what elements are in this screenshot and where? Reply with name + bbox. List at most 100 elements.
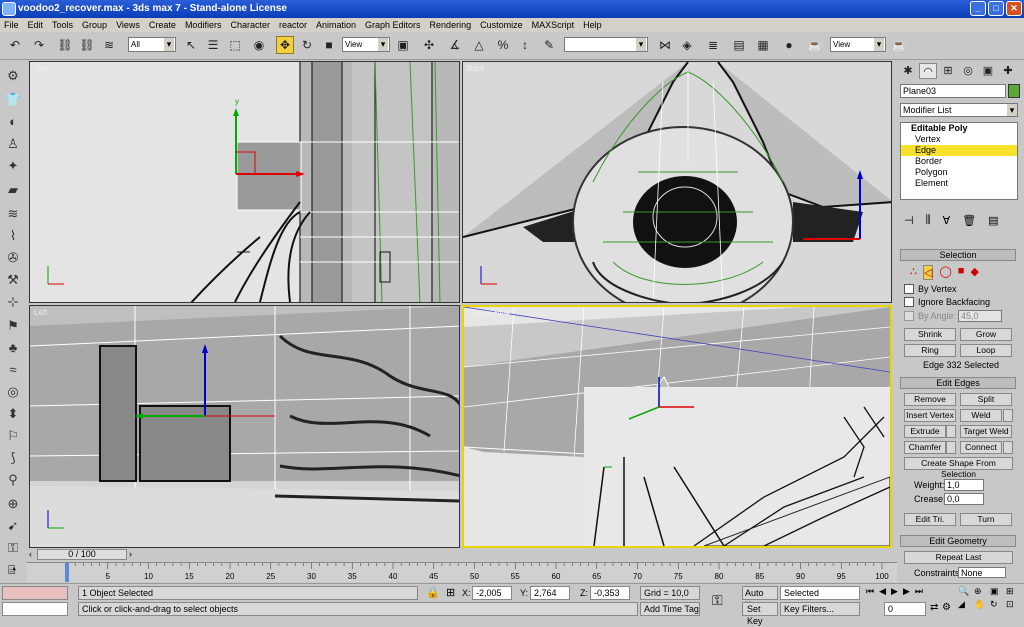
redo-icon[interactable]: ↷ xyxy=(30,36,48,54)
menu-animation[interactable]: Animation xyxy=(316,18,356,32)
zoom-extents-icon[interactable]: ▣ xyxy=(990,586,1004,597)
edit-tri-button[interactable]: Edit Tri. xyxy=(904,513,956,526)
tshirt-icon[interactable]: 👕 xyxy=(3,90,23,110)
auto-key-button[interactable]: Auto Key xyxy=(742,586,778,610)
weld-button[interactable]: Weld xyxy=(960,409,1002,422)
select-rotate-icon[interactable]: ↻ xyxy=(298,36,316,54)
show-end-result-icon[interactable]: ⫼ xyxy=(926,214,931,230)
remove-modifier-icon[interactable]: 🗑 xyxy=(962,214,976,230)
menu-reactor[interactable]: reactor xyxy=(279,18,307,32)
tool-icon[interactable]: ✇ xyxy=(3,248,23,268)
rect-selection-icon[interactable]: ⬚ xyxy=(226,36,244,54)
select-move-icon[interactable]: ✥ xyxy=(276,36,294,54)
insert-vertex-button[interactable]: Insert Vertex xyxy=(904,409,956,422)
polygon-mode-icon[interactable]: ■ xyxy=(958,265,965,280)
transform-mode-icon[interactable]: ⊞ xyxy=(446,586,455,599)
set-key-button[interactable]: Set Key xyxy=(742,602,778,626)
viewport-left[interactable]: Left xyxy=(29,305,460,548)
border-mode-icon[interactable]: ◯ xyxy=(939,265,951,280)
ragdoll-icon[interactable]: ♣ xyxy=(3,338,23,358)
key-selection-dropdown[interactable]: Selected xyxy=(780,586,860,600)
named-selection-dropdown[interactable] xyxy=(564,37,648,52)
menu-customize[interactable]: Customize xyxy=(480,18,523,32)
current-frame-marker[interactable] xyxy=(65,563,69,582)
car-icon[interactable]: ⚑ xyxy=(3,316,23,336)
hammer-icon[interactable]: ⚒ xyxy=(3,270,23,290)
curve-editor-icon[interactable]: ▤ xyxy=(730,36,748,54)
play-icon[interactable]: ▶ xyxy=(891,586,898,597)
pivot-center-icon[interactable]: ▣ xyxy=(394,36,412,54)
unlink-icon[interactable]: ⛓ xyxy=(78,36,96,54)
menu-rendering[interactable]: Rendering xyxy=(430,18,472,32)
shrink-button[interactable]: Shrink xyxy=(904,328,956,341)
sphere-icon[interactable]: ◐ xyxy=(3,112,23,132)
stack-item-vertex[interactable]: Vertex xyxy=(901,134,1017,145)
hierarchy-tab-icon[interactable]: ⊞ xyxy=(939,63,957,79)
modifier-list-dropdown[interactable]: Modifier List xyxy=(900,103,1018,117)
edit-geometry-rollout-header[interactable]: Edit Geometry xyxy=(900,535,1016,547)
stack-item-border[interactable]: Border xyxy=(901,156,1017,167)
track-bar[interactable]: 0510152025303540455055606570758085909510… xyxy=(27,562,897,582)
weight-spinner[interactable]: 1,0 xyxy=(944,479,984,491)
bind-space-warp-icon[interactable]: ≋ xyxy=(100,36,118,54)
arc-rotate-icon[interactable]: ↻ xyxy=(990,599,1004,610)
slinky-icon[interactable]: ⟆ xyxy=(3,448,23,468)
key-mode-icon[interactable]: ⇄ xyxy=(930,602,938,613)
element-mode-icon[interactable]: ◆ xyxy=(970,265,978,280)
viewport-top[interactable]: y Top xyxy=(29,61,460,303)
z-coordinate-field[interactable]: -0,353 xyxy=(590,586,630,600)
angle-snap-icon[interactable]: △ xyxy=(470,36,488,54)
chamfer-settings-button[interactable] xyxy=(946,441,956,454)
object-color-swatch[interactable] xyxy=(1008,84,1020,98)
by-angle-checkbox[interactable] xyxy=(904,311,914,321)
goto-end-icon[interactable]: ⏭ xyxy=(915,586,923,597)
selection-rollout-header[interactable]: Selection xyxy=(900,249,1016,261)
close-button[interactable]: ✕ xyxy=(1006,1,1022,16)
viewport-label-perspective[interactable]: Perspective xyxy=(468,309,510,318)
chamfer-button[interactable]: Chamfer xyxy=(904,441,946,454)
zoom-icon[interactable]: 🔍 xyxy=(958,586,972,597)
weld-settings-button[interactable] xyxy=(1003,409,1013,422)
layer-manager-icon[interactable]: ≣ xyxy=(704,36,722,54)
pin-stack-icon[interactable]: ⊣ xyxy=(904,214,914,230)
menu-edit[interactable]: Edit xyxy=(28,18,44,32)
edit-edges-rollout-header[interactable]: Edit Edges xyxy=(900,377,1016,389)
add-time-tag-button[interactable]: Add Time Tag xyxy=(640,602,700,616)
maximize-viewport-icon[interactable]: ⊡ xyxy=(1006,599,1020,610)
box-move-icon[interactable]: ⬍ xyxy=(3,404,23,424)
menu-help[interactable]: Help xyxy=(583,18,602,32)
display-tab-icon[interactable]: ▣ xyxy=(979,63,997,79)
selection-filter-dropdown[interactable]: All xyxy=(128,37,176,52)
percent-snap-icon[interactable]: % xyxy=(494,36,512,54)
globe-icon[interactable]: ⊕ xyxy=(3,494,23,514)
extrude-button[interactable]: Extrude xyxy=(904,425,946,438)
viewport-back[interactable]: Back xyxy=(462,61,892,303)
maximize-button[interactable]: □ xyxy=(988,1,1004,16)
menu-file[interactable]: File xyxy=(4,18,19,32)
helpers-icon[interactable]: ⚙ xyxy=(3,66,23,86)
stack-item-element[interactable]: Element xyxy=(901,178,1017,189)
time-slider[interactable]: 0 / 100 xyxy=(37,549,127,560)
menu-group[interactable]: Group xyxy=(82,18,107,32)
select-manipulate-icon[interactable]: ✣ xyxy=(420,36,438,54)
by-vertex-checkbox[interactable] xyxy=(904,284,914,294)
utilities-tab-icon[interactable]: ✚ xyxy=(999,63,1017,79)
menu-graph-editors[interactable]: Graph Editors xyxy=(365,18,421,32)
create-tab-icon[interactable]: ✱ xyxy=(899,63,917,79)
pan-icon[interactable]: ✋ xyxy=(974,599,988,610)
edge-mode-icon[interactable]: ◁ xyxy=(923,265,934,280)
pin-icon[interactable]: ⚲ xyxy=(3,470,23,490)
extrude-settings-button[interactable] xyxy=(946,425,956,438)
viewport-label-left[interactable]: Left xyxy=(34,308,47,317)
remove-button[interactable]: Remove xyxy=(904,393,956,406)
edit-named-selection-icon[interactable]: ✎ xyxy=(540,36,558,54)
select-object-icon[interactable]: ↖ xyxy=(182,36,200,54)
reference-coordinate-dropdown[interactable]: View xyxy=(342,37,390,52)
zoom-all-icon[interactable]: ⊕ xyxy=(974,586,988,597)
configure-sets-icon[interactable]: ▤ xyxy=(988,214,998,230)
link-icon[interactable]: ⛓ xyxy=(56,36,74,54)
star-icon[interactable]: ✦ xyxy=(3,156,23,176)
snap-toggle-icon[interactable]: ∡ xyxy=(446,36,464,54)
set-key-icon[interactable]: ⚿ xyxy=(712,592,723,609)
connect-button[interactable]: Connect xyxy=(960,441,1002,454)
